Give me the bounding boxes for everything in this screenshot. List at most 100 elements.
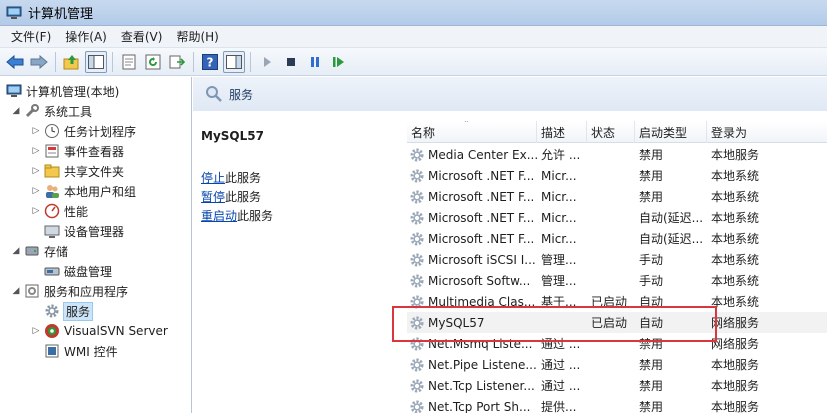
expand-arrow-icon[interactable]: ▷: [30, 186, 42, 196]
expand-arrow-icon[interactable]: ▷: [30, 146, 42, 156]
tree-item-services[interactable]: 服务: [30, 301, 94, 321]
table-row[interactable]: Microsoft .NET F... Micr... 自动(延迟... 本地系统: [407, 207, 827, 228]
export-button[interactable]: [166, 51, 188, 73]
tree-item-label: WMI 控件: [64, 344, 118, 359]
cell-startup-type: 禁用: [639, 190, 664, 204]
table-row[interactable]: Net.Msmq Liste... 通过 ... 禁用 网络服务: [407, 333, 827, 354]
pane-header: 服务: [193, 77, 827, 111]
column-header-log-on-as[interactable]: 登录为: [707, 121, 827, 143]
menu-help[interactable]: 帮助(H): [169, 28, 225, 45]
expand-arrow-icon[interactable]: ▷: [30, 206, 42, 216]
table-row[interactable]: Microsoft iSCSI I... 管理... 手动 本地系统: [407, 249, 827, 270]
expand-arrow-icon[interactable]: ▷: [30, 326, 42, 336]
tree-root[interactable]: 计算机管理(本地): [4, 81, 119, 101]
pause-service-button[interactable]: [304, 51, 326, 73]
console-tree: 计算机管理(本地) ◢ 系统工具 ▷ 任务计划程序 ▷ 事件查看器 ▷ 共享文件…: [0, 77, 192, 413]
cell-name: Microsoft .NET F...: [407, 210, 537, 226]
properties-button[interactable]: [118, 51, 140, 73]
service-name: Net.Pipe Listene...: [428, 357, 537, 372]
column-header-startup-type[interactable]: 启动类型: [635, 121, 707, 143]
show-tree-icon: [88, 54, 104, 69]
pause-service-action: 暂停此服务: [201, 188, 261, 205]
cell-startup-type: 手动: [639, 253, 664, 267]
tree-item-performance[interactable]: ▷ 性能: [30, 201, 88, 221]
expand-arrow-icon[interactable]: ◢: [10, 286, 22, 296]
expand-arrow-icon[interactable]: ◢: [10, 106, 22, 116]
column-header-status[interactable]: 状态: [587, 121, 635, 143]
refresh-button[interactable]: [142, 51, 164, 73]
table-row[interactable]: Media Center Ex... 允许 ... 禁用 本地服务: [407, 144, 827, 165]
cell-startup-type: 禁用: [639, 400, 664, 413]
tree-item-label: 性能: [64, 204, 89, 219]
performance-icon: [44, 203, 60, 219]
show-tree-button[interactable]: [85, 50, 107, 73]
cell-description: 管理...: [541, 253, 577, 267]
start-service-button[interactable]: [256, 51, 278, 73]
menu-action[interactable]: 操作(A): [58, 28, 114, 45]
cell-log-on-as: 网络服务: [711, 337, 760, 351]
table-row[interactable]: Microsoft Softw... 管理... 手动 本地系统: [407, 270, 827, 291]
cell-log-on-as: 本地系统: [711, 169, 760, 183]
cell-description: 允许 ...: [541, 148, 581, 162]
forward-icon: [30, 54, 48, 69]
gear-icon: [410, 316, 424, 329]
sort-ascending-icon: ⌃: [463, 121, 470, 128]
back-button[interactable]: [4, 51, 26, 73]
cell-description: 提供...: [541, 400, 577, 413]
gear-icon: [410, 253, 424, 266]
tree-item-label: 存储: [44, 244, 69, 259]
pause-service-link[interactable]: 暂停: [201, 190, 225, 204]
tree-item-wmi-control[interactable]: WMI 控件: [30, 341, 118, 361]
cell-name: Net.Pipe Listene...: [407, 357, 537, 373]
gear-icon: [410, 400, 424, 413]
forward-button[interactable]: [28, 51, 50, 73]
gear-icon: [410, 190, 424, 203]
table-row[interactable]: Multimedia Clas... 基于... 已启动 自动 本地系统: [407, 291, 827, 312]
cell-name: Microsoft iSCSI I...: [407, 252, 537, 268]
tree-item-task-scheduler[interactable]: ▷ 任务计划程序: [30, 121, 136, 141]
table-row[interactable]: Net.Tcp Port Sh... 提供... 禁用 本地服务: [407, 396, 827, 413]
table-row[interactable]: MySQL57 已启动 自动 网络服务: [407, 312, 827, 333]
cell-name: Microsoft .NET F...: [407, 231, 537, 247]
tree-item-storage[interactable]: ◢ 存储: [10, 241, 68, 261]
tree-item-visualsvn[interactable]: ▷ VisualSVN Server: [30, 321, 168, 341]
tree-item-disk-management[interactable]: 磁盘管理: [30, 261, 112, 281]
cell-name: Net.Tcp Port Sh...: [407, 399, 537, 413]
cell-log-on-as: 本地服务: [711, 358, 760, 372]
table-row[interactable]: Microsoft .NET F... Micr... 禁用 本地系统: [407, 186, 827, 207]
cell-name: Microsoft .NET F...: [407, 189, 537, 205]
menu-view[interactable]: 查看(V): [114, 28, 170, 45]
tree-item-shared-folders[interactable]: ▷ 共享文件夹: [30, 161, 124, 181]
show-hide-action-pane-button[interactable]: [223, 50, 245, 73]
expand-arrow-icon[interactable]: ◢: [10, 246, 22, 256]
resume-service-button[interactable]: [328, 51, 350, 73]
cell-startup-type: 禁用: [639, 358, 664, 372]
gear-icon: [410, 148, 424, 161]
tree-item-system-tools[interactable]: ◢ 系统工具: [10, 101, 92, 121]
up-button[interactable]: [61, 51, 83, 73]
tree-item-services-and-apps[interactable]: ◢ 服务和应用程序: [10, 281, 128, 301]
tree-item-event-viewer[interactable]: ▷ 事件查看器: [30, 141, 124, 161]
stop-service-button[interactable]: [280, 51, 302, 73]
table-row[interactable]: Net.Pipe Listene... 通过 ... 禁用 本地服务: [407, 354, 827, 375]
menu-file[interactable]: 文件(F): [4, 28, 58, 45]
users-icon: [44, 183, 60, 199]
service-name: Net.Msmq Liste...: [428, 336, 533, 351]
restart-service-link[interactable]: 重启动: [201, 209, 237, 223]
stop-service-link[interactable]: 停止: [201, 171, 225, 185]
cell-name: Multimedia Clas...: [407, 294, 537, 310]
tree-item-device-manager[interactable]: 设备管理器: [30, 221, 124, 241]
cell-description: 通过 ...: [541, 337, 581, 351]
table-row[interactable]: Microsoft .NET F... Micr... 自动(延迟... 本地系统: [407, 228, 827, 249]
column-header-description[interactable]: 描述: [537, 121, 587, 143]
table-row[interactable]: Microsoft .NET F... Micr... 禁用 本地系统: [407, 165, 827, 186]
tree-item-local-users[interactable]: ▷ 本地用户和组: [30, 181, 136, 201]
tree-item-label: 事件查看器: [64, 144, 125, 159]
table-row[interactable]: Net.Tcp Listener... 通过 ... 禁用 本地服务: [407, 375, 827, 396]
help-button[interactable]: ?: [199, 51, 221, 73]
properties-icon: [122, 54, 136, 69]
expand-arrow-icon[interactable]: ▷: [30, 126, 42, 136]
column-header-name[interactable]: ⌃ 名称: [407, 121, 537, 143]
expand-arrow-icon[interactable]: ▷: [30, 166, 42, 176]
gear-icon: [410, 169, 424, 182]
